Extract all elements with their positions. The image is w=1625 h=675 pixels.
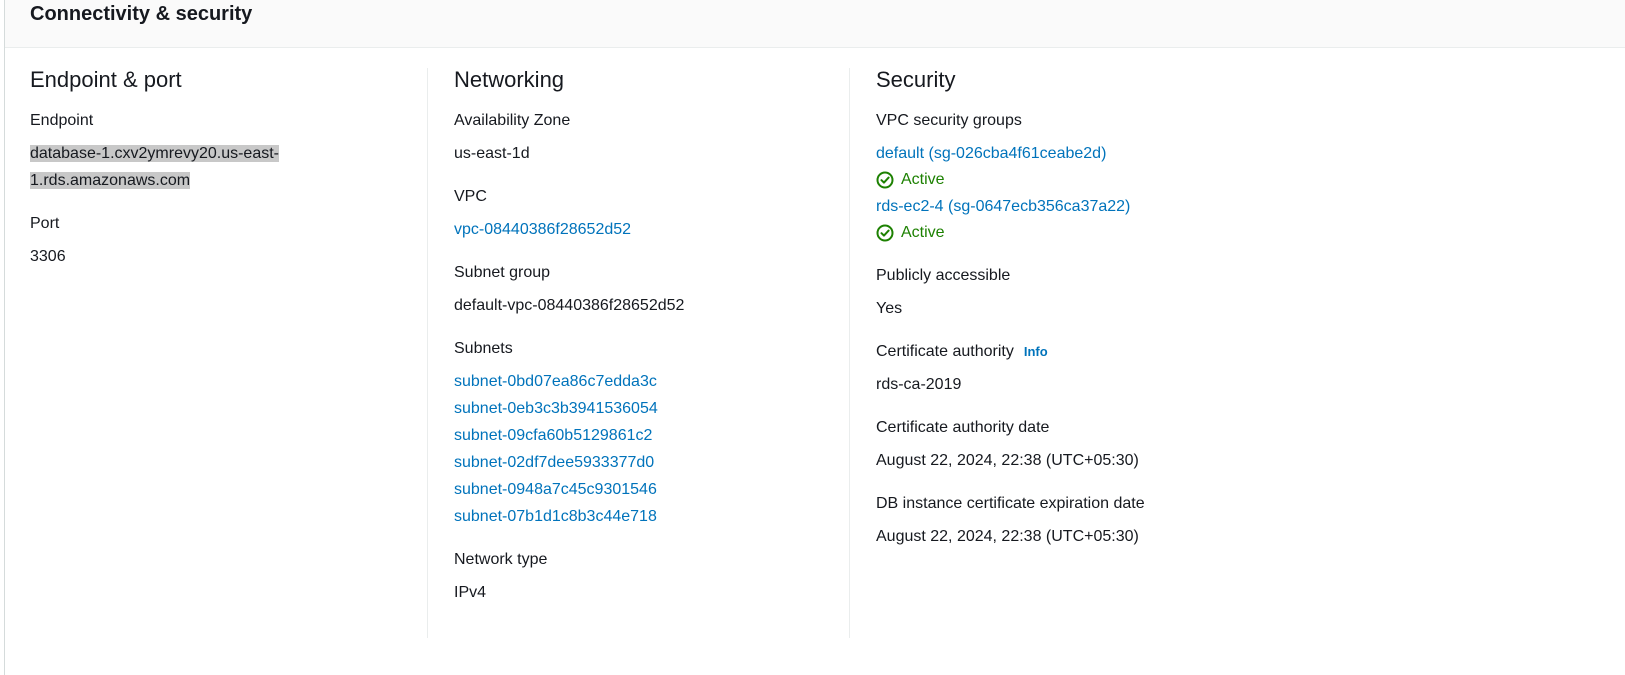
endpoint-field: Endpoint database-1.cxv2ymrevy20.us-east… xyxy=(30,111,430,194)
security-heading: Security xyxy=(876,67,956,92)
certificate-authority-label: Certificate authority xyxy=(876,343,1014,360)
subnets-field: Subnets subnet-0bd07ea86c7edda3c subnet-… xyxy=(454,339,850,530)
certificate-expiration-value: August 22, 2024, 22:38 (UTC+05:30) xyxy=(876,528,1139,545)
vpc-label: VPC xyxy=(454,188,487,205)
vpc-link[interactable]: vpc-08440386f28652d52 xyxy=(454,216,850,243)
publicly-accessible-value: Yes xyxy=(876,300,903,317)
endpoint-value[interactable]: database-1.cxv2ymrevy20.us-east- 1.rds.a… xyxy=(30,140,330,194)
status-positive-icon xyxy=(876,224,894,242)
certificate-authority-date-value: August 22, 2024, 22:38 (UTC+05:30) xyxy=(876,452,1139,469)
port-value: 3306 xyxy=(30,248,66,265)
columns-container: Endpoint & port Endpoint database-1.cxv2… xyxy=(5,48,1625,658)
certificate-authority-value: rds-ca-2019 xyxy=(876,376,962,393)
certificate-authority-info-link[interactable]: Info xyxy=(1024,344,1048,359)
security-group-status: Active xyxy=(876,220,1549,246)
publicly-accessible-label: Publicly accessible xyxy=(876,267,1011,284)
availability-zone-label: Availability Zone xyxy=(454,112,571,129)
status-text: Active xyxy=(901,224,945,241)
availability-zone-field: Availability Zone us-east-1d xyxy=(454,111,850,167)
port-label: Port xyxy=(30,215,60,232)
certificate-expiration-field: DB instance certificate expiration date … xyxy=(876,494,1549,550)
certificate-expiration-label: DB instance certificate expiration date xyxy=(876,495,1145,512)
subnet-group-label: Subnet group xyxy=(454,264,551,281)
certificate-authority-label-row: Certificate authority Info xyxy=(876,342,1549,362)
network-type-value: IPv4 xyxy=(454,584,487,601)
network-type-label: Network type xyxy=(454,551,548,568)
subnet-link[interactable]: subnet-0948a7c45c9301546 xyxy=(454,476,850,503)
subnet-group-value: default-vpc-08440386f28652d52 xyxy=(454,297,685,314)
port-field: Port 3306 xyxy=(30,214,430,270)
connectivity-security-panel: Connectivity & security Endpoint & port … xyxy=(4,0,1625,675)
subnet-link[interactable]: subnet-02df7dee5933377d0 xyxy=(454,449,850,476)
subnet-link[interactable]: subnet-0eb3c3b3941536054 xyxy=(454,395,850,422)
certificate-authority-date-label: Certificate authority date xyxy=(876,419,1050,436)
availability-zone-value: us-east-1d xyxy=(454,145,530,162)
subnet-group-field: Subnet group default-vpc-08440386f28652d… xyxy=(454,263,850,319)
vpc-security-groups-field: VPC security groups default (sg-026cba4f… xyxy=(876,111,1549,246)
networking-heading: Networking xyxy=(454,67,565,92)
certificate-authority-field: Certificate authority Info rds-ca-2019 xyxy=(876,342,1549,398)
status-positive-icon xyxy=(876,171,894,189)
security-group-link[interactable]: default (sg-026cba4f61ceabe2d) xyxy=(876,140,1549,167)
endpoint-value-line2[interactable]: 1.rds.amazonaws.com xyxy=(30,172,191,189)
endpoint-label: Endpoint xyxy=(30,112,94,129)
security-column: Security VPC security groups default (sg… xyxy=(849,68,1549,638)
panel-header: Connectivity & security xyxy=(5,0,1625,48)
security-group-status: Active xyxy=(876,167,1549,193)
certificate-authority-date-field: Certificate authority date August 22, 20… xyxy=(876,418,1549,474)
endpoint-port-heading: Endpoint & port xyxy=(30,67,182,92)
subnet-link[interactable]: subnet-09cfa60b5129861c2 xyxy=(454,422,850,449)
subnet-link[interactable]: subnet-07b1d1c8b3c44e718 xyxy=(454,503,850,530)
publicly-accessible-field: Publicly accessible Yes xyxy=(876,266,1549,322)
network-type-field: Network type IPv4 xyxy=(454,550,850,606)
endpoint-port-column: Endpoint & port Endpoint database-1.cxv2… xyxy=(30,68,430,638)
status-text: Active xyxy=(901,171,945,188)
security-group-link[interactable]: rds-ec2-4 (sg-0647ecb356ca37a22) xyxy=(876,193,1549,220)
subnets-label: Subnets xyxy=(454,340,513,357)
panel-title: Connectivity & security xyxy=(30,3,253,25)
endpoint-value-line1[interactable]: database-1.cxv2ymrevy20.us-east- xyxy=(30,145,279,162)
networking-column: Networking Availability Zone us-east-1d … xyxy=(427,68,850,638)
vpc-security-groups-label: VPC security groups xyxy=(876,112,1022,129)
subnet-link[interactable]: subnet-0bd07ea86c7edda3c xyxy=(454,368,850,395)
vpc-field: VPC vpc-08440386f28652d52 xyxy=(454,187,850,243)
